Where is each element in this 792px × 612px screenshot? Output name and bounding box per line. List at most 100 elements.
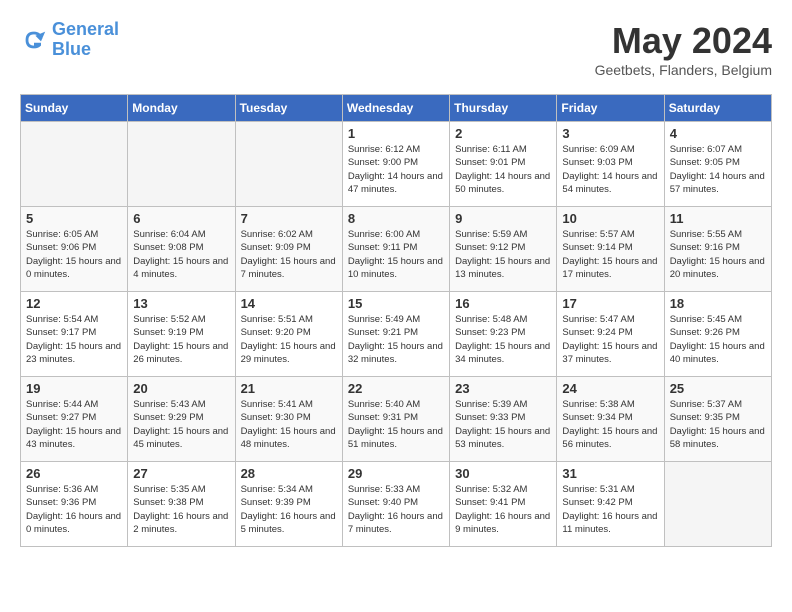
day-number: 15 [348, 296, 444, 311]
weekday-header-tuesday: Tuesday [235, 95, 342, 122]
weekday-header-row: SundayMondayTuesdayWednesdayThursdayFrid… [21, 95, 772, 122]
day-number: 13 [133, 296, 229, 311]
day-info: Sunrise: 5:48 AMSunset: 9:23 PMDaylight:… [455, 313, 551, 366]
calendar-cell [21, 122, 128, 207]
day-number: 6 [133, 211, 229, 226]
calendar-cell: 26 Sunrise: 5:36 AMSunset: 9:36 PMDayligh… [21, 462, 128, 547]
day-info: Sunrise: 5:32 AMSunset: 9:41 PMDaylight:… [455, 483, 551, 536]
calendar-cell: 1 Sunrise: 6:12 AMSunset: 9:00 PMDaylight… [342, 122, 449, 207]
day-number: 26 [26, 466, 122, 481]
weekday-header-sunday: Sunday [21, 95, 128, 122]
day-number: 11 [670, 211, 766, 226]
day-number: 19 [26, 381, 122, 396]
day-info: Sunrise: 5:33 AMSunset: 9:40 PMDaylight:… [348, 483, 444, 536]
day-number: 7 [241, 211, 337, 226]
calendar-cell: 19 Sunrise: 5:44 AMSunset: 9:27 PMDayligh… [21, 377, 128, 462]
calendar-cell: 12Sunrise: 5:54 AMSunset: 9:17 PMDayligh… [21, 292, 128, 377]
calendar-cell: 2Sunrise: 6:11 AMSunset: 9:01 PMDaylight… [450, 122, 557, 207]
calendar-cell: 5 Sunrise: 6:05 AMSunset: 9:06 PMDaylight… [21, 207, 128, 292]
calendar-cell: 20Sunrise: 5:43 AMSunset: 9:29 PMDayligh… [128, 377, 235, 462]
day-info: Sunrise: 5:31 AMSunset: 9:42 PMDaylight:… [562, 483, 658, 536]
calendar-cell [235, 122, 342, 207]
calendar-cell: 10 Sunrise: 5:57 AMSunset: 9:14 PMDayligh… [557, 207, 664, 292]
day-number: 30 [455, 466, 551, 481]
week-row-3: 12Sunrise: 5:54 AMSunset: 9:17 PMDayligh… [21, 292, 772, 377]
calendar-cell [128, 122, 235, 207]
day-number: 5 [26, 211, 122, 226]
day-info: Sunrise: 5:49 AMSunset: 9:21 PMDaylight:… [348, 313, 444, 366]
day-number: 16 [455, 296, 551, 311]
calendar-cell: 13 Sunrise: 5:52 AMSunset: 9:19 PMDayligh… [128, 292, 235, 377]
day-info: Sunrise: 5:45 AMSunset: 9:26 PMDaylight:… [670, 313, 766, 366]
calendar-cell: 27Sunrise: 5:35 AMSunset: 9:38 PMDayligh… [128, 462, 235, 547]
calendar-cell: 4 Sunrise: 6:07 AMSunset: 9:05 PMDaylight… [664, 122, 771, 207]
day-info: Sunrise: 6:02 AMSunset: 9:09 PMDaylight:… [241, 228, 337, 281]
calendar-cell: 29 Sunrise: 5:33 AMSunset: 9:40 PMDayligh… [342, 462, 449, 547]
calendar-cell: 30 Sunrise: 5:32 AMSunset: 9:41 PMDayligh… [450, 462, 557, 547]
calendar-cell: 15 Sunrise: 5:49 AMSunset: 9:21 PMDayligh… [342, 292, 449, 377]
calendar-cell: 8 Sunrise: 6:00 AMSunset: 9:11 PMDaylight… [342, 207, 449, 292]
day-info: Sunrise: 5:34 AMSunset: 9:39 PMDaylight:… [241, 483, 337, 536]
day-info: Sunrise: 5:47 AMSunset: 9:24 PMDaylight:… [562, 313, 658, 366]
day-info: Sunrise: 6:07 AMSunset: 9:05 PMDaylight:… [670, 143, 766, 196]
weekday-header-monday: Monday [128, 95, 235, 122]
week-row-1: 1 Sunrise: 6:12 AMSunset: 9:00 PMDaylight… [21, 122, 772, 207]
day-number: 14 [241, 296, 337, 311]
day-info: Sunrise: 5:55 AMSunset: 9:16 PMDaylight:… [670, 228, 766, 281]
day-number: 18 [670, 296, 766, 311]
day-number: 28 [241, 466, 337, 481]
day-number: 1 [348, 126, 444, 141]
day-info: Sunrise: 5:57 AMSunset: 9:14 PMDaylight:… [562, 228, 658, 281]
day-info: Sunrise: 6:12 AMSunset: 9:00 PMDaylight:… [348, 143, 444, 196]
day-number: 4 [670, 126, 766, 141]
day-number: 23 [455, 381, 551, 396]
location: Geetbets, Flanders, Belgium [595, 62, 772, 78]
calendar-cell: 14 Sunrise: 5:51 AMSunset: 9:20 PMDayligh… [235, 292, 342, 377]
day-number: 29 [348, 466, 444, 481]
day-info: Sunrise: 5:36 AMSunset: 9:36 PMDaylight:… [26, 483, 122, 536]
week-row-5: 26 Sunrise: 5:36 AMSunset: 9:36 PMDayligh… [21, 462, 772, 547]
calendar-cell: 6 Sunrise: 6:04 AMSunset: 9:08 PMDaylight… [128, 207, 235, 292]
day-info: Sunrise: 6:09 AMSunset: 9:03 PMDaylight:… [562, 143, 658, 196]
day-info: Sunrise: 5:59 AMSunset: 9:12 PMDaylight:… [455, 228, 551, 281]
day-number: 17 [562, 296, 658, 311]
weekday-header-wednesday: Wednesday [342, 95, 449, 122]
day-info: Sunrise: 6:04 AMSunset: 9:08 PMDaylight:… [133, 228, 229, 281]
weekday-header-thursday: Thursday [450, 95, 557, 122]
calendar-cell: 24Sunrise: 5:38 AMSunset: 9:34 PMDayligh… [557, 377, 664, 462]
day-number: 25 [670, 381, 766, 396]
day-info: Sunrise: 6:05 AMSunset: 9:06 PMDaylight:… [26, 228, 122, 281]
day-number: 31 [562, 466, 658, 481]
day-info: Sunrise: 5:43 AMSunset: 9:29 PMDaylight:… [133, 398, 229, 451]
day-number: 12 [26, 296, 122, 311]
calendar-cell: 3Sunrise: 6:09 AMSunset: 9:03 PMDaylight… [557, 122, 664, 207]
calendar-cell: 11 Sunrise: 5:55 AMSunset: 9:16 PMDayligh… [664, 207, 771, 292]
week-row-4: 19 Sunrise: 5:44 AMSunset: 9:27 PMDayligh… [21, 377, 772, 462]
calendar-cell: 16 Sunrise: 5:48 AMSunset: 9:23 PMDayligh… [450, 292, 557, 377]
day-number: 21 [241, 381, 337, 396]
weekday-header-saturday: Saturday [664, 95, 771, 122]
title-block: May 2024 Geetbets, Flanders, Belgium [595, 20, 772, 78]
day-info: Sunrise: 5:52 AMSunset: 9:19 PMDaylight:… [133, 313, 229, 366]
calendar-cell [664, 462, 771, 547]
month-year: May 2024 [595, 20, 772, 62]
calendar-cell: 7 Sunrise: 6:02 AMSunset: 9:09 PMDaylight… [235, 207, 342, 292]
day-info: Sunrise: 5:40 AMSunset: 9:31 PMDaylight:… [348, 398, 444, 451]
day-number: 10 [562, 211, 658, 226]
page-header: General Blue May 2024 Geetbets, Flanders… [20, 20, 772, 78]
day-number: 9 [455, 211, 551, 226]
day-info: Sunrise: 6:00 AMSunset: 9:11 PMDaylight:… [348, 228, 444, 281]
day-info: Sunrise: 5:51 AMSunset: 9:20 PMDaylight:… [241, 313, 337, 366]
day-number: 8 [348, 211, 444, 226]
calendar-cell: 18 Sunrise: 5:45 AMSunset: 9:26 PMDayligh… [664, 292, 771, 377]
day-info: Sunrise: 5:44 AMSunset: 9:27 PMDaylight:… [26, 398, 122, 451]
day-info: Sunrise: 5:39 AMSunset: 9:33 PMDaylight:… [455, 398, 551, 451]
calendar-cell: 9 Sunrise: 5:59 AMSunset: 9:12 PMDaylight… [450, 207, 557, 292]
calendar-cell: 22Sunrise: 5:40 AMSunset: 9:31 PMDayligh… [342, 377, 449, 462]
day-number: 27 [133, 466, 229, 481]
day-number: 2 [455, 126, 551, 141]
calendar-cell: 23 Sunrise: 5:39 AMSunset: 9:33 PMDayligh… [450, 377, 557, 462]
calendar-cell: 17 Sunrise: 5:47 AMSunset: 9:24 PMDayligh… [557, 292, 664, 377]
calendar-table: SundayMondayTuesdayWednesdayThursdayFrid… [20, 94, 772, 547]
day-info: Sunrise: 5:41 AMSunset: 9:30 PMDaylight:… [241, 398, 337, 451]
